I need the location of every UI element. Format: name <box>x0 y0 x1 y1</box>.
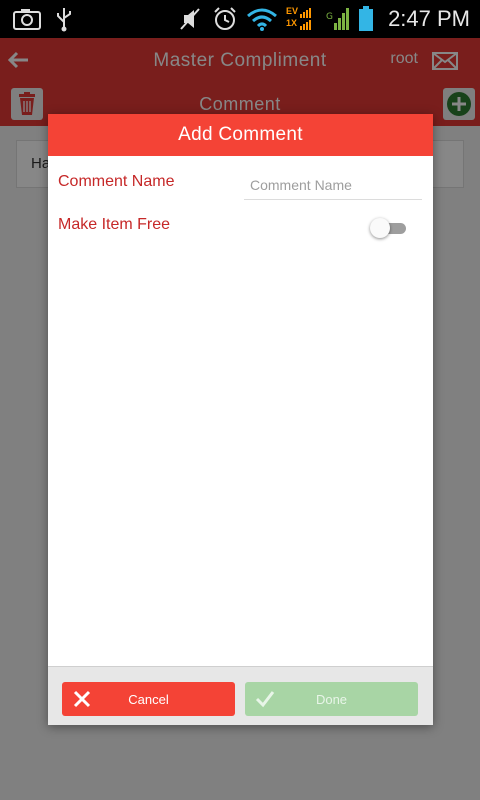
cancel-button[interactable]: Cancel <box>62 682 235 716</box>
toggle-thumb <box>370 218 390 238</box>
battery-icon <box>359 6 373 31</box>
signal-icon: G <box>326 8 349 30</box>
network-1x-label: 1X <box>286 18 298 28</box>
cancel-label: Cancel <box>128 692 169 707</box>
wifi-icon <box>247 8 277 31</box>
network-ev-label: EV <box>286 6 299 16</box>
make-item-free-label: Make Item Free <box>58 216 171 233</box>
camera-icon <box>13 9 41 30</box>
status-time: 2:47 PM <box>388 6 470 31</box>
done-button[interactable]: Done <box>245 682 418 716</box>
make-item-free-toggle[interactable] <box>370 218 410 238</box>
dialog-title: Add Comment <box>48 114 433 156</box>
done-label: Done <box>315 692 348 707</box>
svg-text:G: G <box>326 12 333 22</box>
comment-name-label: Comment Name <box>58 173 175 190</box>
ev-dual-signal-icon: EV 1X <box>286 6 316 32</box>
usb-icon <box>57 8 71 32</box>
add-comment-dialog: Add Comment Comment Name Make Item Free … <box>48 114 433 725</box>
status-bar: EV 1X G 2:47 PM <box>0 0 480 38</box>
mute-icon <box>180 8 200 30</box>
comment-name-input[interactable] <box>244 170 422 200</box>
dialog-footer: Cancel Done <box>48 666 433 725</box>
alarm-icon <box>214 7 236 30</box>
